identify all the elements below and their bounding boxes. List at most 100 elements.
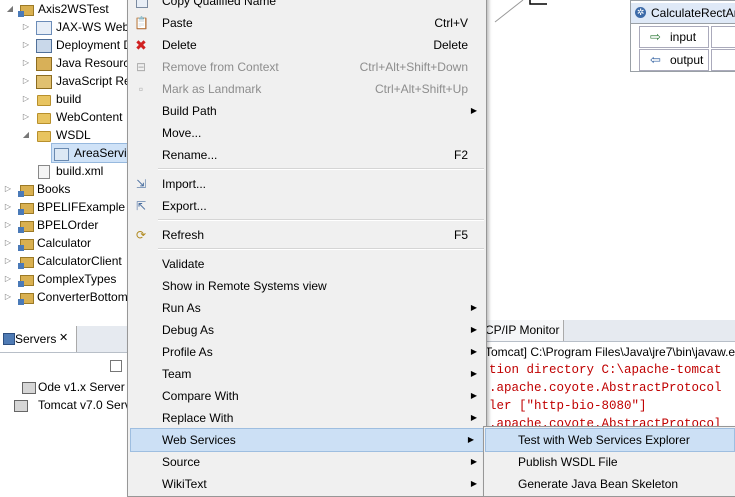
- output-message-cell[interactable]: [711, 49, 735, 71]
- submenu-arrow-icon: ▶: [470, 391, 477, 400]
- menu-separator: [158, 219, 484, 221]
- tree-item-axis2wstest[interactable]: ◢ Axis2WSTest: [0, 0, 128, 18]
- collapsed-arrow-icon[interactable]: ▷: [4, 252, 12, 270]
- web-services-submenu: Test with Web Services Explorer Publish …: [483, 426, 735, 497]
- tree-item-converterbottom[interactable]: ▷ ConverterBottom: [0, 288, 128, 306]
- project-icon: [18, 275, 34, 287]
- close-icon[interactable]: ✕: [59, 331, 68, 344]
- submenu-item-generate-skeleton[interactable]: Generate Java Bean Skeleton: [486, 473, 734, 495]
- collapsed-arrow-icon[interactable]: ▷: [4, 180, 12, 198]
- tree-item-wsdl[interactable]: ◢ WSDL: [0, 126, 128, 144]
- tree-item-javascript-resources[interactable]: ▷ JavaScript Res: [0, 72, 128, 90]
- collapsed-arrow-icon[interactable]: ▷: [4, 288, 12, 306]
- copy-icon: [136, 0, 148, 8]
- open-folder-icon: [37, 131, 51, 142]
- console-line: .apache.coyote.AbstractProtocol: [489, 381, 722, 395]
- tree-item-books[interactable]: ▷ Books: [0, 180, 128, 198]
- wsdl-file-icon: [54, 148, 69, 161]
- tree-item-deployment[interactable]: ▷ Deployment D: [0, 36, 128, 54]
- menu-item-web-services[interactable]: Web Services ▶: [130, 428, 484, 452]
- collapsed-arrow-icon[interactable]: ▷: [4, 216, 12, 234]
- menu-item-validate[interactable]: Validate: [128, 253, 486, 275]
- project-icon: [18, 185, 34, 197]
- menu-item-source[interactable]: Source ▶: [128, 451, 486, 473]
- menu-item-copy-qualified-name[interactable]: Copy Qualified Name: [128, 0, 486, 12]
- menu-item-run-as[interactable]: Run As ▶: [128, 297, 486, 319]
- collapsed-arrow-icon[interactable]: ▷: [22, 72, 30, 90]
- tree-item-complextypes[interactable]: ▷ ComplexTypes: [0, 270, 128, 288]
- menu-item-mark-as-landmark[interactable]: ▫ Mark as Landmark Ctrl+Alt+Shift+Up: [128, 78, 486, 100]
- menu-item-move[interactable]: Move...: [128, 122, 486, 144]
- servers-view: Servers ✕ Ode v1.x Server a Tomcat v7.0 …: [0, 326, 135, 495]
- menu-item-paste[interactable]: 📋 Paste Ctrl+V: [128, 12, 486, 34]
- xml-file-icon: [38, 165, 50, 179]
- output-arrow-icon: ⇦: [650, 52, 661, 67]
- submenu-arrow-icon: ▶: [470, 106, 477, 115]
- tree-item-java-resources[interactable]: ▷ Java Resource: [0, 54, 128, 72]
- menu-item-export[interactable]: ⇱ Export...: [128, 195, 486, 217]
- minimize-icon[interactable]: [110, 360, 122, 372]
- menu-item-wikitext[interactable]: WikiText ▶: [128, 473, 486, 495]
- menu-item-refresh[interactable]: ⟳ Refresh F5: [128, 224, 486, 246]
- jaxws-icon: [36, 21, 52, 35]
- project-icon: [18, 203, 34, 215]
- project-icon: [18, 257, 34, 269]
- deployment-icon: [36, 39, 52, 53]
- connector-line: [494, 0, 547, 23]
- tree-item-build[interactable]: ▷ build: [0, 90, 128, 108]
- servers-icon: [3, 333, 15, 345]
- collapsed-arrow-icon[interactable]: ▷: [4, 270, 12, 288]
- console-line: ler ["http-bio-8080"]: [489, 399, 647, 413]
- project-explorer-tree: ◢ Axis2WSTest ▷ JAX-WS Web ▷ Deployment …: [0, 0, 128, 312]
- java-resources-icon: [36, 57, 52, 71]
- collapsed-arrow-icon[interactable]: ▷: [4, 198, 12, 216]
- tab-servers[interactable]: Servers ✕: [0, 326, 77, 352]
- menu-item-team[interactable]: Team ▶: [128, 363, 486, 385]
- tree-item-bpelorder[interactable]: ▷ BPELOrder: [0, 216, 128, 234]
- menu-item-profile-as[interactable]: Profile As ▶: [128, 341, 486, 363]
- menu-item-debug-as[interactable]: Debug As ▶: [128, 319, 486, 341]
- collapsed-arrow-icon[interactable]: ▷: [4, 234, 12, 252]
- submenu-arrow-icon: ▶: [470, 479, 477, 488]
- folder-icon: [37, 95, 51, 106]
- submenu-item-test-with-explorer[interactable]: Test with Web Services Explorer: [485, 428, 735, 452]
- context-menu: Copy Qualified Name 📋 Paste Ctrl+V ✖ Del…: [127, 0, 487, 497]
- collapsed-arrow-icon[interactable]: ▷: [22, 36, 30, 54]
- collapsed-arrow-icon[interactable]: ▷: [22, 90, 30, 108]
- menu-item-remove-from-context[interactable]: ⊟ Remove from Context Ctrl+Alt+Shift+Dow…: [128, 56, 486, 78]
- input-message-cell[interactable]: [711, 26, 735, 48]
- servers-tab-bar: Servers ✕: [0, 326, 128, 353]
- project-icon: [18, 239, 34, 251]
- submenu-arrow-icon: ▶: [470, 413, 477, 422]
- console-line: tion directory C:\apache-tomcat: [489, 363, 722, 377]
- expanded-arrow-icon[interactable]: ◢: [22, 126, 30, 144]
- submenu-arrow-icon: ▶: [470, 347, 477, 356]
- project-icon: [18, 221, 34, 233]
- tree-item-jaxws[interactable]: ▷ JAX-WS Web: [0, 18, 128, 36]
- folder-icon: [37, 113, 51, 124]
- tree-item-webcontent[interactable]: ▷ WebContent: [0, 108, 128, 126]
- menu-item-replace-with[interactable]: Replace With ▶: [128, 407, 486, 429]
- tree-item-calculator[interactable]: ▷ Calculator: [0, 234, 128, 252]
- collapsed-arrow-icon[interactable]: ▷: [22, 108, 30, 126]
- output-row[interactable]: ⇦ output: [639, 49, 709, 71]
- input-row[interactable]: ⇨ input: [639, 26, 709, 48]
- menu-item-delete[interactable]: ✖ Delete Delete: [128, 34, 486, 56]
- menu-item-compare-with[interactable]: Compare With ▶: [128, 385, 486, 407]
- landmark-icon: ▫: [138, 82, 144, 96]
- tree-item-bpelifexample[interactable]: ▷ BPELIFExample: [0, 198, 128, 216]
- tree-item-build-xml[interactable]: build.xml: [0, 162, 128, 180]
- service-operation-box[interactable]: ✲ CalculateRectAr ⇨ input ⇦ output: [630, 0, 735, 72]
- menu-item-show-in-remote-systems[interactable]: Show in Remote Systems view: [128, 275, 486, 297]
- expanded-arrow-icon[interactable]: ◢: [6, 0, 14, 18]
- tree-item-areaservice[interactable]: AreaService: [51, 143, 128, 163]
- tree-item-calculatorclient[interactable]: ▷ CalculatorClient: [0, 252, 128, 270]
- refresh-icon: ⟳: [135, 228, 147, 242]
- menu-item-rename[interactable]: Rename... F2: [128, 144, 486, 166]
- collapsed-arrow-icon[interactable]: ▷: [22, 54, 30, 72]
- tab-tcpip-monitor[interactable]: CP/IP Monitor: [483, 320, 564, 341]
- collapsed-arrow-icon[interactable]: ▷: [22, 18, 30, 36]
- menu-item-import[interactable]: ⇲ Import...: [128, 173, 486, 195]
- submenu-item-publish-wsdl[interactable]: Publish WSDL File: [486, 451, 734, 473]
- menu-item-build-path[interactable]: Build Path ▶: [128, 100, 486, 122]
